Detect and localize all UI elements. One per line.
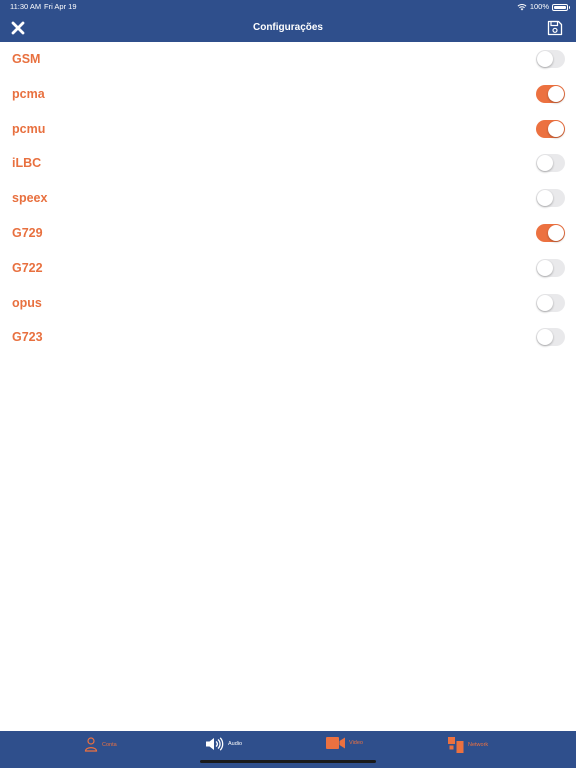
toggle-knob [537,259,553,276]
speaker-icon [206,737,224,751]
tab-label: Network [468,742,489,748]
codec-toggle[interactable] [536,154,565,173]
codec-toggle[interactable] [536,293,565,312]
codec-label: pcma [12,86,45,101]
video-camera-icon [326,737,345,749]
toggle-knob [537,51,553,67]
wifi-icon [517,4,527,11]
status-bar: 11:30 AM Fri Apr 19 100% [0,0,576,14]
tab-audio[interactable]: Audio [205,737,242,751]
top-bar: 11:30 AM Fri Apr 19 100% Configurações [0,0,576,42]
codec-row: pcma [0,77,576,112]
status-right: 100% [517,0,570,14]
codec-label: opus [12,295,42,310]
status-time: 11:30 AM [10,2,42,11]
home-indicator [200,760,376,763]
codec-toggle[interactable] [536,50,565,68]
toggle-knob [537,294,553,311]
codec-row: G722 [0,251,576,286]
codec-label: iLBC [12,156,42,171]
tab-video[interactable]: Video [326,737,363,749]
codec-row: opus [0,286,576,321]
codec-label: GSM [12,52,41,66]
codec-row: iLBC [0,146,576,181]
codec-row: pcmu [0,112,576,147]
codec-label: speex [12,191,48,206]
person-icon [84,737,98,752]
tab-network[interactable]: Network [448,737,488,753]
toggle-knob [548,224,564,241]
codec-row: G729 [0,216,576,251]
codec-toggle[interactable] [536,223,565,242]
battery-percent: 100% [529,2,549,11]
status-date: Fri Apr 19 [44,2,77,11]
codec-list: GSM pcma pcmu iLBC speex G729 G722 opus G723 [0,42,576,355]
codec-toggle[interactable] [536,84,565,103]
toggle-knob [537,190,553,207]
tab-label: Conta [102,742,117,748]
tab-label: Video [349,740,363,746]
codec-label: pcmu [12,121,46,136]
codec-toggle[interactable] [536,119,565,138]
codec-label: G722 [12,260,43,275]
codec-row: speex [0,181,576,216]
toggle-knob [537,329,553,346]
codec-label: G723 [12,330,43,345]
tab-label: Audio [228,741,243,747]
tab-conta[interactable]: Conta [84,737,117,753]
battery-icon [552,3,570,11]
toggle-knob [548,120,564,137]
nav-bar: Configurações [0,14,576,42]
save-icon[interactable] [547,20,563,36]
page-title: Configurações [252,22,323,33]
codec-toggle[interactable] [536,258,565,277]
toggle-knob [548,85,564,102]
codec-toggle[interactable] [536,189,565,208]
codec-row: G723 [0,320,576,355]
network-icon [448,737,464,753]
codec-toggle[interactable] [536,328,565,347]
codec-row: GSM [0,42,576,77]
toggle-knob [537,155,553,172]
codec-label: G729 [12,225,43,240]
